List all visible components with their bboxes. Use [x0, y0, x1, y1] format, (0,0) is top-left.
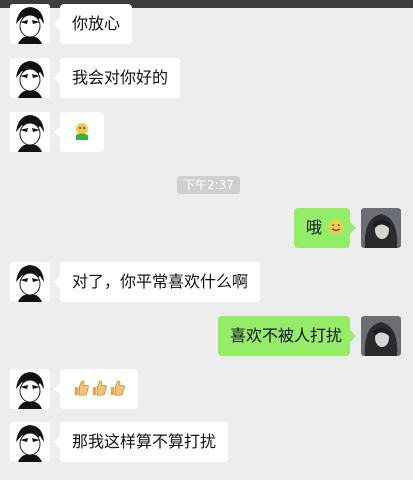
- baby-emoji-icon: [76, 123, 88, 140]
- anime-boy-avatar-icon: [10, 58, 50, 98]
- contact-avatar[interactable]: [10, 422, 50, 462]
- incoming-message-bubble[interactable]: 对了，你平常喜欢什么啊: [53, 262, 261, 302]
- thumbs-up-icon: [92, 380, 107, 396]
- incoming-message-bubble[interactable]: 你放心: [53, 4, 133, 44]
- my-avatar[interactable]: [361, 316, 401, 356]
- anime-boy-avatar-icon: [10, 369, 50, 409]
- anime-boy-avatar-icon: [10, 422, 50, 462]
- contact-avatar[interactable]: [10, 112, 50, 152]
- contact-avatar[interactable]: [10, 58, 50, 98]
- outgoing-message-bubble[interactable]: 喜欢不被人打扰: [218, 316, 356, 356]
- my-avatar[interactable]: [361, 208, 401, 248]
- incoming-emoji-bubble[interactable]: [54, 369, 138, 409]
- dark-hair-girl-avatar-icon: [361, 208, 401, 248]
- incoming-emoji-bubble[interactable]: [54, 112, 104, 152]
- contact-avatar[interactable]: [10, 4, 50, 44]
- anime-boy-avatar-icon: [10, 4, 50, 44]
- anime-boy-avatar-icon: [10, 262, 50, 302]
- anime-boy-avatar-icon: [10, 112, 50, 152]
- smile-emoji-icon: [328, 219, 344, 235]
- outgoing-message-bubble[interactable]: 哦: [294, 208, 356, 248]
- contact-avatar[interactable]: [10, 369, 50, 409]
- incoming-message-bubble[interactable]: 那我这样算不算打扰: [53, 422, 229, 462]
- incoming-message-bubble[interactable]: 我会对你好的: [53, 58, 181, 98]
- thumbs-up-icon: [110, 380, 125, 396]
- contact-avatar[interactable]: [10, 262, 50, 302]
- thumbs-up-icon: [74, 380, 89, 396]
- dark-hair-girl-avatar-icon: [361, 316, 401, 356]
- outgoing-message-text: 哦: [306, 218, 323, 237]
- message-timestamp: 下午2:37: [177, 176, 240, 194]
